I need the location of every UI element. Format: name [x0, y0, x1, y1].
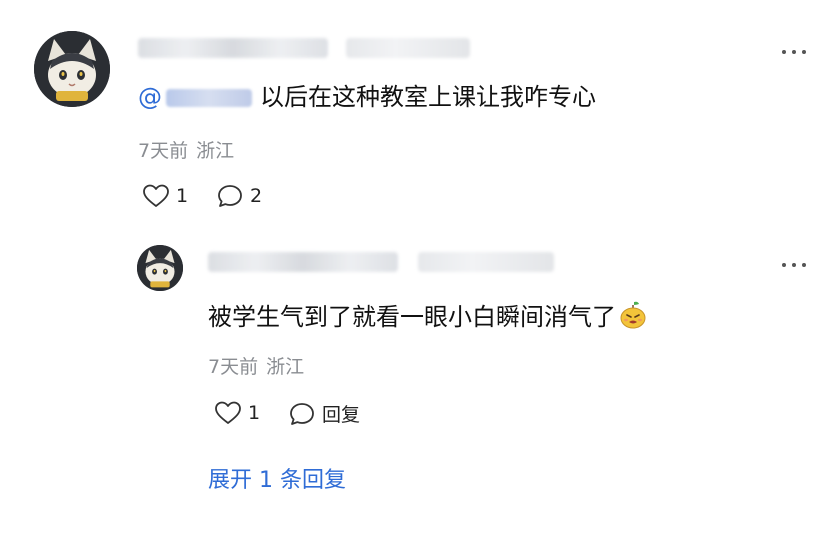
- more-options-icon[interactable]: [780, 46, 808, 58]
- reply-count: 2: [250, 185, 263, 207]
- reply-author-name-blurred[interactable]: [208, 252, 398, 272]
- cat-avatar-icon: [34, 31, 110, 107]
- reply-like-count: 1: [248, 402, 261, 424]
- reply-reply-button[interactable]: 回复: [288, 400, 360, 427]
- avatar[interactable]: [34, 31, 110, 107]
- comment-content: @ 以后在这种教室上课让我咋专心: [138, 82, 596, 112]
- expand-replies-link[interactable]: 展开 1 条回复: [208, 462, 346, 494]
- mention-username-blurred[interactable]: [166, 89, 252, 107]
- comment-location: 浙江: [196, 140, 235, 162]
- reply-text: 被学生气到了就看一眼小白瞬间消气了: [208, 303, 616, 331]
- reply-label: 回复: [322, 404, 361, 426]
- reply-author-tag-blurred: [418, 252, 554, 272]
- author-tag-blurred: [346, 38, 470, 58]
- comment-time: 7天前: [138, 140, 189, 162]
- comment-bubble-icon: [218, 185, 242, 207]
- cat-avatar-icon: [137, 245, 183, 291]
- reply-like-button[interactable]: 1: [214, 400, 260, 426]
- reply-time: 7天前: [208, 356, 259, 378]
- reply-location: 浙江: [266, 356, 305, 378]
- heart-icon: [215, 401, 241, 424]
- reply-avatar[interactable]: [137, 245, 183, 291]
- like-count: 1: [176, 185, 189, 207]
- heart-icon: [143, 184, 169, 207]
- author-name-blurred[interactable]: [138, 38, 328, 58]
- reply-more-options-icon[interactable]: [780, 259, 808, 271]
- mention-at-sign[interactable]: @: [138, 83, 162, 111]
- comment-text: 以后在这种教室上课让我咋专心: [260, 83, 596, 111]
- reply-content: 被学生气到了就看一眼小白瞬间消气了: [208, 300, 648, 332]
- like-button[interactable]: 1: [142, 183, 188, 209]
- pear-face-emoji-icon: [620, 301, 646, 329]
- reply-meta: 7天前 浙江: [208, 352, 312, 379]
- reply-button[interactable]: 2: [216, 183, 262, 209]
- comment-meta: 7天前 浙江: [138, 136, 242, 163]
- comment-bubble-icon: [290, 402, 314, 425]
